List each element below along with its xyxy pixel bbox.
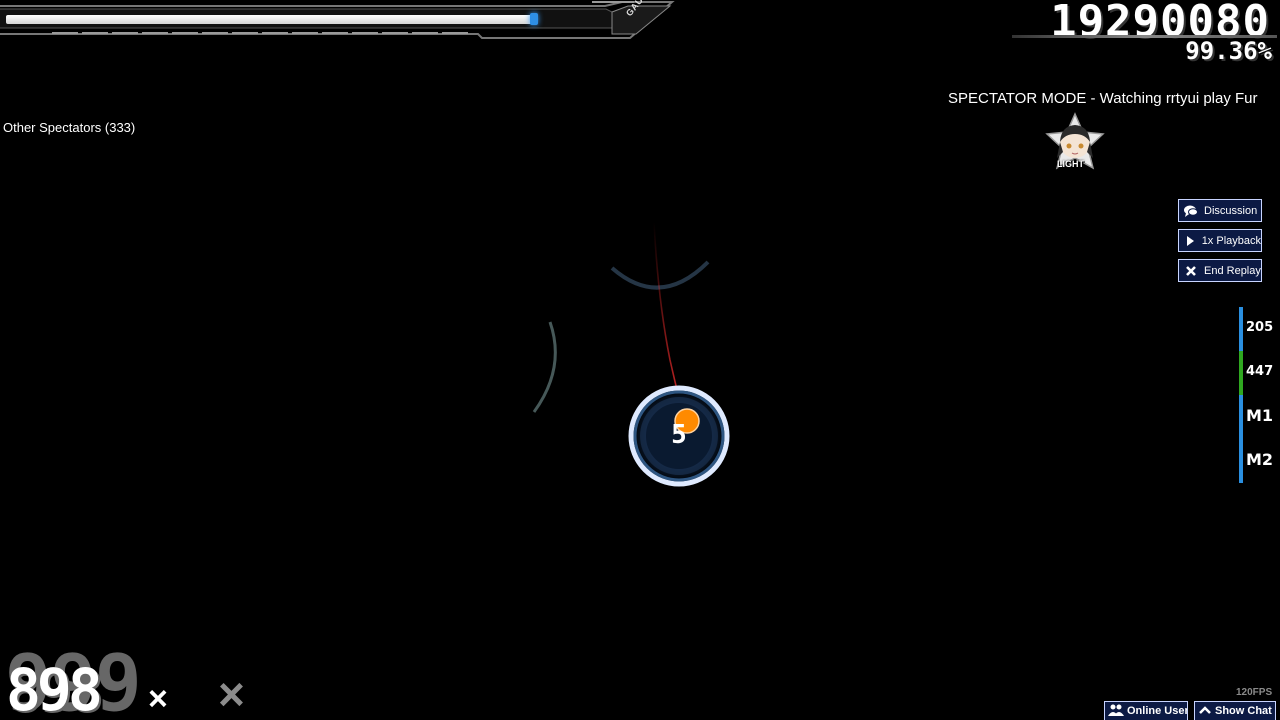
show-chat-button[interactable]: Show Chat: [1194, 701, 1276, 720]
online-users-label: Online Users: [1127, 705, 1187, 717]
fading-circle-arc: [532, 321, 557, 413]
chevron-up-icon: [1198, 705, 1212, 718]
combo-multiplier-shadow: ×: [218, 668, 245, 720]
playfield: [532, 221, 730, 487]
game-screen: GAUGE 19290080 99.36% SPECTATOR MODE - W…: [0, 0, 1280, 720]
show-chat-label: Show Chat: [1215, 705, 1272, 717]
users-icon: [1108, 704, 1124, 719]
hit-circle-number: 5: [671, 420, 687, 450]
online-users-button[interactable]: Online Users: [1104, 701, 1188, 720]
combo-counter: 898: [6, 656, 103, 720]
fading-circle-arc: [610, 260, 710, 290]
fps-counter: 120FPS: [1236, 687, 1273, 698]
combo-multiplier: ×: [148, 680, 168, 718]
